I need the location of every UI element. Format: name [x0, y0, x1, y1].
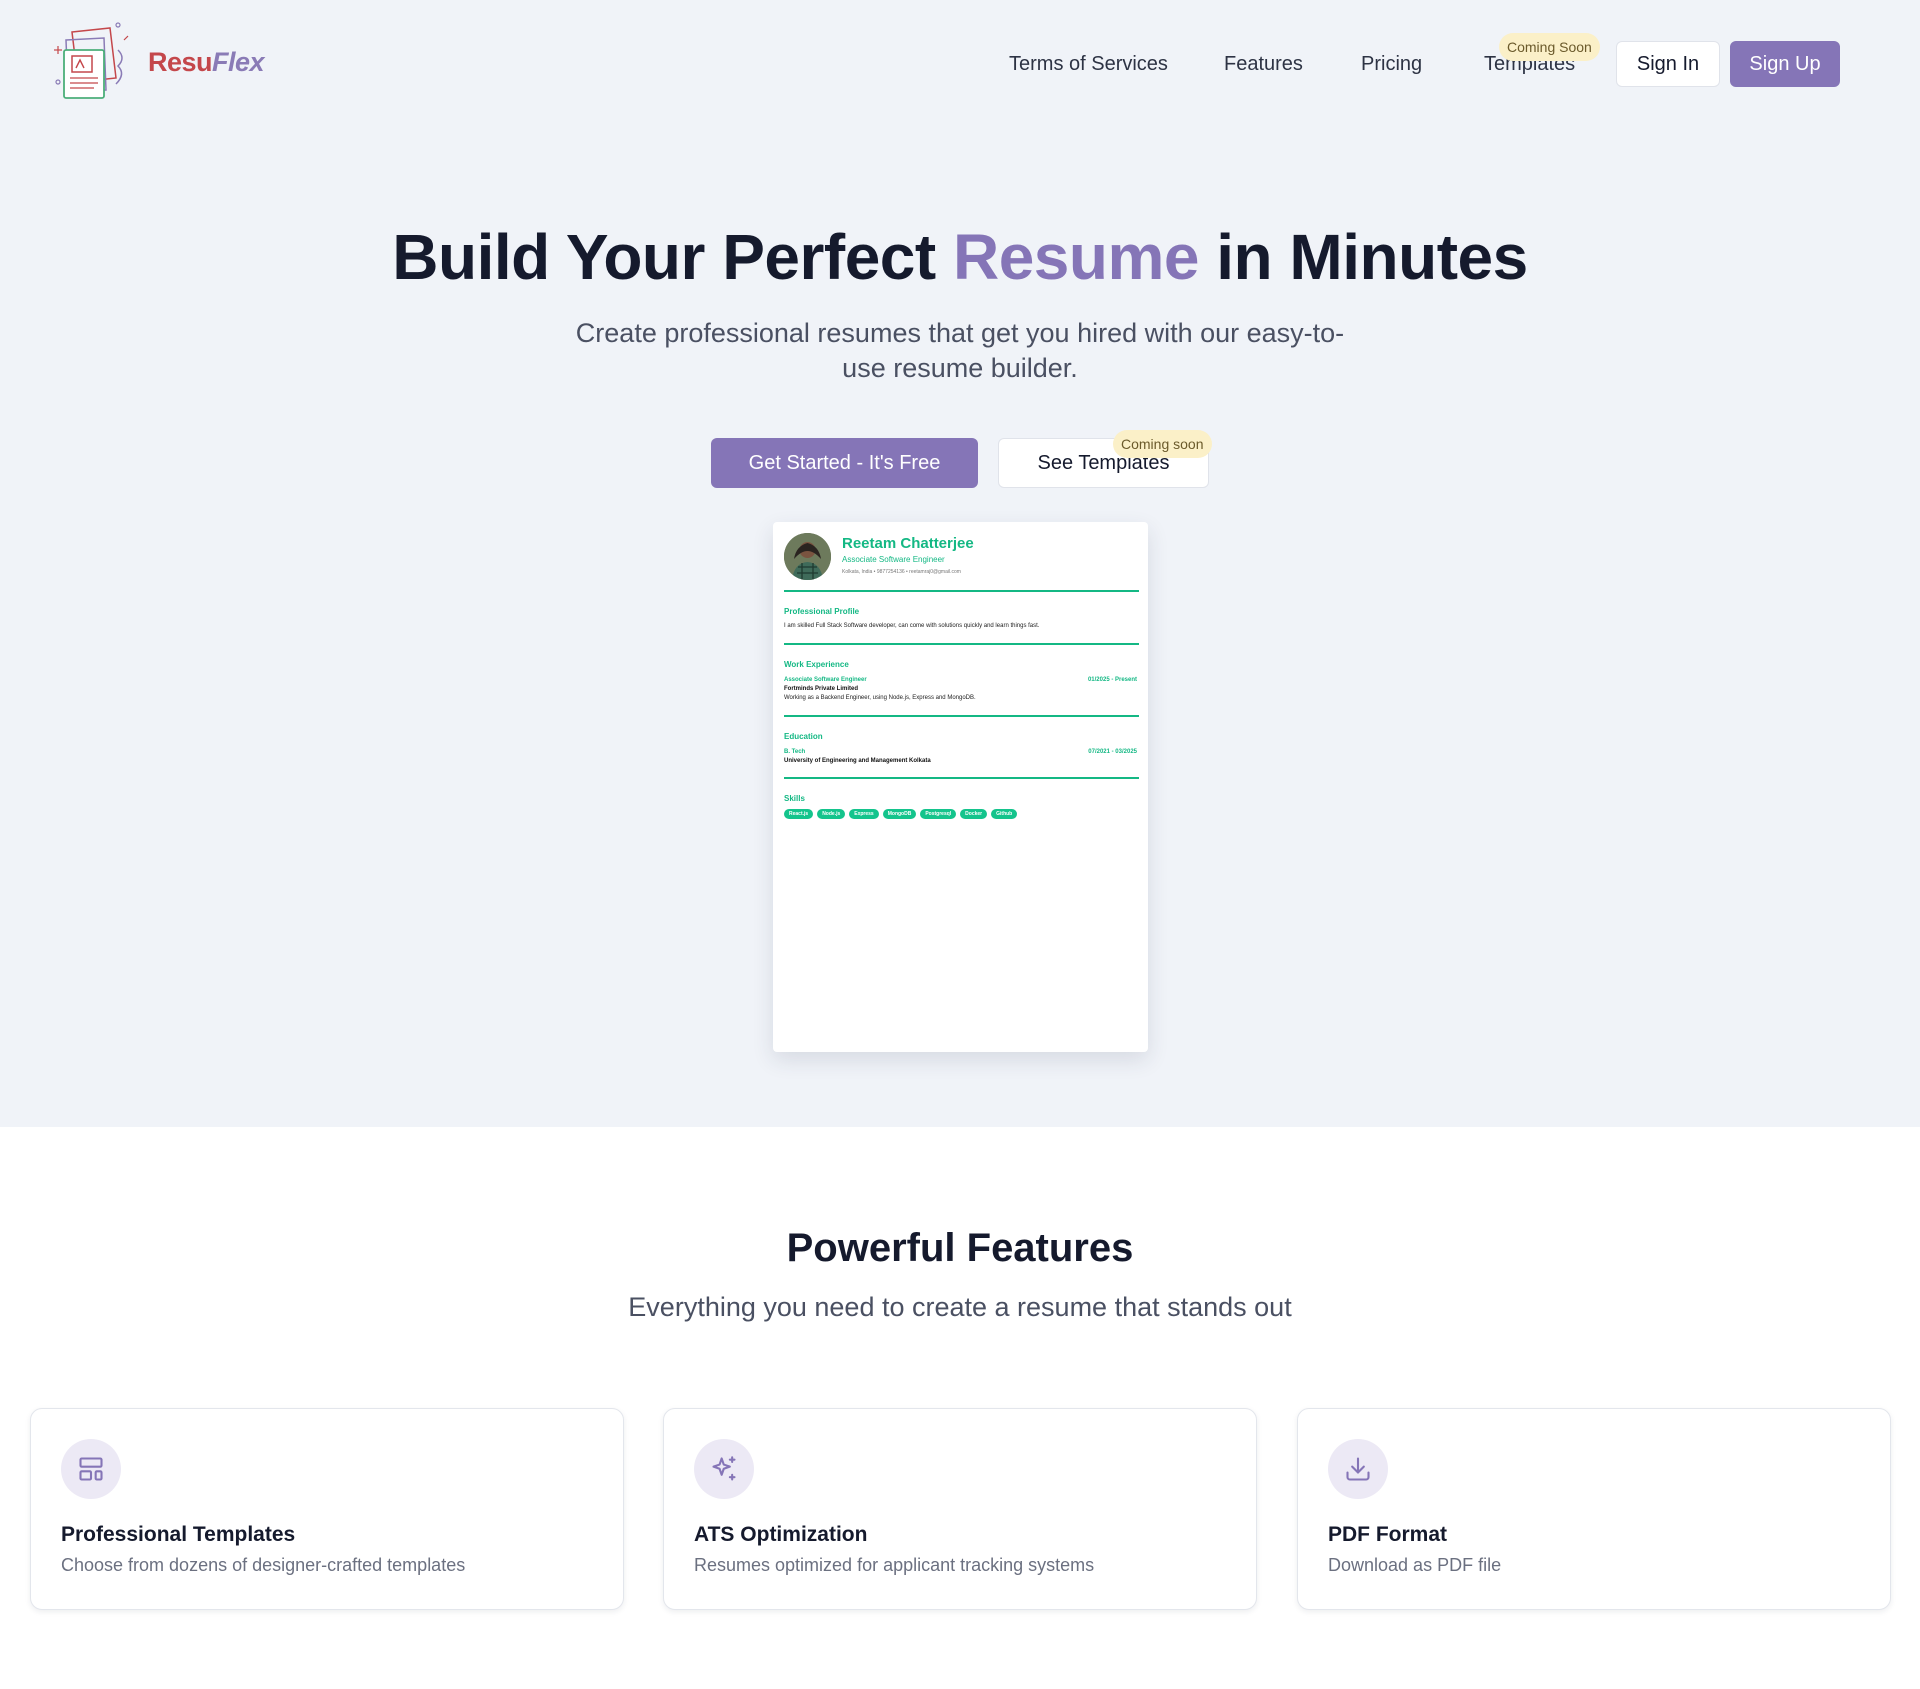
hero-subtitle: Create professional resumes that get you…: [575, 318, 1345, 383]
skills-list: React.js Node.js Express MongoDB Postgre…: [784, 809, 1018, 819]
brand-logo[interactable]: ResuFlex: [50, 20, 265, 104]
profile-text: I am skilled Full Stack Software develop…: [784, 623, 1040, 629]
feature-description: Choose from dozens of designer-crafted t…: [61, 1555, 466, 1575]
education-dates: 07/2021 - 03/2025: [1088, 749, 1137, 755]
skills-heading: Skills: [784, 794, 805, 803]
sign-in-button[interactable]: Sign In: [1616, 41, 1720, 87]
feature-title: Professional Templates: [61, 1523, 296, 1546]
brand-name: ResuFlex: [148, 46, 265, 77]
feature-title: PDF Format: [1328, 1523, 1448, 1546]
education-school: University of Engineering and Management…: [784, 758, 931, 764]
person-avatar-icon: [784, 533, 831, 580]
features-subtitle: Everything you need to create a resume t…: [628, 1292, 1292, 1322]
skill-chip: Express: [849, 809, 879, 819]
skill-chip: Github: [991, 809, 1018, 819]
profile-heading: Professional Profile: [784, 607, 860, 616]
sign-up-button[interactable]: Sign Up: [1730, 41, 1840, 87]
skill-chip: MongoDB: [882, 809, 917, 819]
skill-chip: Node.js: [817, 809, 846, 819]
resume-name: Reetam Chatterjee: [842, 535, 974, 552]
resume-logo-icon: [54, 22, 129, 99]
nav-pricing-link[interactable]: Pricing: [1361, 42, 1422, 86]
feature-card-templates: Professional Templates Choose from dozen…: [30, 1408, 624, 1610]
skill-chip: Docker: [960, 809, 988, 819]
download-icon: [1328, 1439, 1388, 1499]
layout-template-icon: [61, 1439, 121, 1499]
see-templates-coming-soon-badge: Coming soon: [1113, 430, 1212, 458]
divider: [784, 590, 1139, 592]
feature-title: ATS Optimization: [694, 1523, 868, 1546]
education-degree: B. Tech: [784, 749, 806, 755]
feature-card-pdf: PDF Format Download as PDF file: [1297, 1408, 1891, 1610]
work-title: Associate Software Engineer: [784, 677, 867, 683]
features-title: Powerful Features: [786, 1226, 1134, 1270]
work-dates: 01/2025 - Present: [1087, 677, 1137, 683]
hero-title: Build Your Perfect Resume in Minutes: [392, 221, 1528, 293]
profile-photo: [784, 533, 831, 580]
feature-description: Download as PDF file: [1328, 1555, 1502, 1575]
resume-preview: Reetam Chatterjee Associate Software Eng…: [773, 522, 1148, 1052]
templates-coming-soon-badge: Coming Soon: [1499, 33, 1600, 61]
get-started-button[interactable]: Get Started - It's Free: [711, 438, 978, 488]
feature-card-ats: ATS Optimization Resumes optimized for a…: [663, 1408, 1257, 1610]
divider: [784, 643, 1139, 645]
resume-role: Associate Software Engineer: [842, 555, 945, 564]
resume-contact: Kolkata, India • 9877254136 • reetamraj0…: [842, 569, 961, 575]
work-company: Fortminds Private Limited: [784, 686, 859, 692]
nav-terms-link[interactable]: Terms of Services: [1009, 42, 1168, 86]
work-heading: Work Experience: [784, 660, 849, 669]
nav-features-link[interactable]: Features: [1224, 42, 1303, 86]
work-description: Working as a Backend Engineer, using Nod…: [784, 695, 976, 701]
sparkles-icon: [694, 1439, 754, 1499]
skill-chip: Postgresql: [920, 809, 957, 819]
hero-title-accent: Resume: [952, 221, 1200, 293]
feature-description: Resumes optimized for applicant tracking…: [694, 1555, 1095, 1575]
divider: [784, 715, 1139, 717]
education-heading: Education: [784, 732, 823, 741]
divider: [784, 777, 1139, 779]
skill-chip: React.js: [784, 809, 814, 819]
